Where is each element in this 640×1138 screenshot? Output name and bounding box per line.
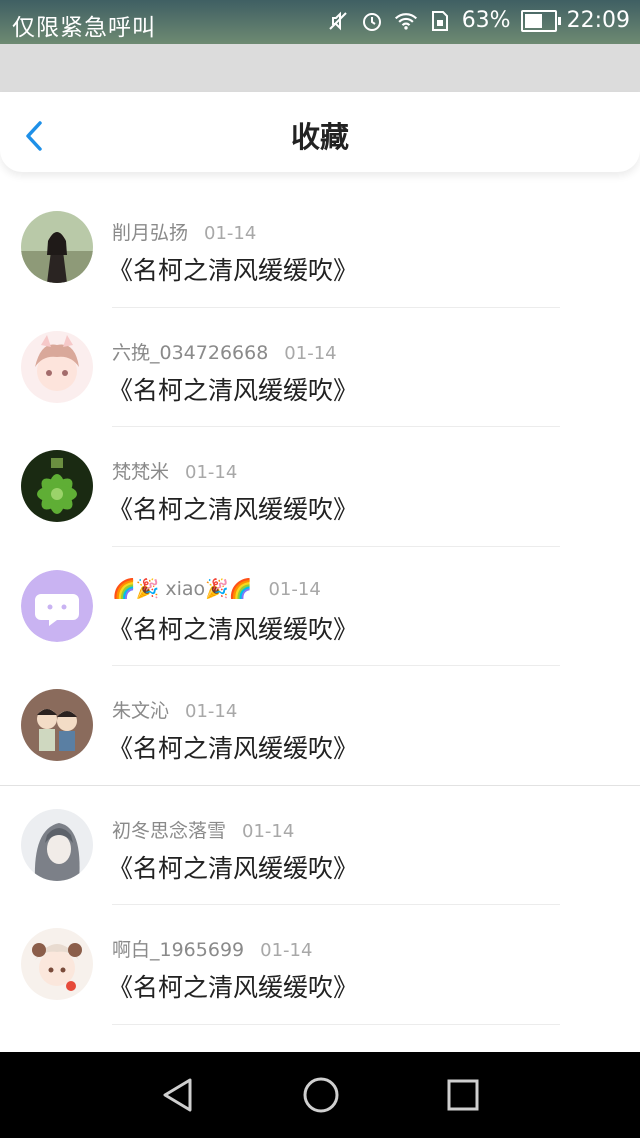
page-title: 收藏 xyxy=(290,120,349,154)
book-title[interactable]: 《名柯之清风缓缓吹》 xyxy=(108,371,358,407)
book-title[interactable]: 《名柯之清风缓缓吹》 xyxy=(108,610,358,646)
avatar[interactable] xyxy=(21,211,93,283)
item-meta: 啊白_1965699 01-14 xyxy=(112,935,312,962)
avatar[interactable] xyxy=(21,808,93,881)
mute-icon xyxy=(326,9,350,33)
date: 01-14 xyxy=(242,820,295,842)
divider xyxy=(112,1023,560,1025)
date: 01-14 xyxy=(185,462,238,483)
nav-home-button[interactable] xyxy=(302,1076,340,1118)
username[interactable]: 🌈🎉 xiao🎉🌈 xyxy=(112,578,252,600)
date: 01-14 xyxy=(260,940,313,961)
list-item[interactable]: 🌈🎉 xiao🎉🌈 01-14 《名柯之清风缓缓吹》 xyxy=(0,547,640,666)
battery-percent: 63% xyxy=(461,8,511,33)
nav-back-button[interactable] xyxy=(160,1076,196,1118)
date: 01-14 xyxy=(284,342,337,364)
avatar[interactable] xyxy=(21,330,93,403)
clock: 22:09 xyxy=(566,8,630,33)
item-meta: 初冬思念落雪 01-14 xyxy=(112,816,294,843)
nav-recents-button[interactable] xyxy=(446,1076,480,1118)
item-meta: 朱文沁 01-14 xyxy=(112,696,237,723)
list-item[interactable]: 啊白_1965699 01-14 《名柯之清风缓缓吹》 xyxy=(0,905,640,1025)
system-navigation-bar xyxy=(0,1052,640,1138)
avatar[interactable] xyxy=(21,928,93,1000)
book-title[interactable]: 《名柯之清风缓缓吹》 xyxy=(108,968,358,1004)
username[interactable]: 初冬思念落雪 xyxy=(112,820,226,842)
date: 01-14 xyxy=(185,701,238,722)
list-item[interactable]: 初冬思念落雪 01-14 《名柯之清风缓缓吹》 xyxy=(0,786,640,905)
list-item[interactable]: 梵梵米 01-14 《名柯之清风缓缓吹》 xyxy=(0,427,640,547)
sim-icon xyxy=(428,9,452,33)
status-bar: 仅限紧急呼叫 63% 22:09 xyxy=(0,0,640,44)
nav-bar: 收藏 xyxy=(0,92,640,172)
username[interactable]: 削月弘扬 xyxy=(112,222,188,244)
date: 01-14 xyxy=(268,578,321,600)
avatar[interactable] xyxy=(21,450,93,522)
book-title[interactable]: 《名柯之清风缓缓吹》 xyxy=(108,251,358,287)
date: 01-14 xyxy=(204,223,257,244)
list-item[interactable]: 朱文沁 01-14 《名柯之清风缓缓吹》 xyxy=(0,666,640,786)
book-title[interactable]: 《名柯之清风缓缓吹》 xyxy=(108,849,358,885)
avatar[interactable] xyxy=(21,569,93,642)
item-meta: 削月弘扬 01-14 xyxy=(112,218,256,245)
avatar[interactable] xyxy=(21,689,93,761)
list-item[interactable]: 削月弘扬 01-14 《名柯之清风缓缓吹》 xyxy=(0,188,640,308)
username[interactable]: 朱文沁 xyxy=(112,700,169,722)
status-icons: 63% 22:09 xyxy=(326,8,630,33)
back-triangle-icon xyxy=(163,1078,192,1112)
item-meta: 六挽_034726668 01-14 xyxy=(112,338,337,365)
home-circle-icon xyxy=(303,1077,339,1113)
list-item[interactable]: 六挽_034726668 01-14 《名柯之清风缓缓吹》 xyxy=(0,308,640,427)
username[interactable]: 梵梵米 xyxy=(112,461,169,483)
favorites-list: 削月弘扬 01-14 《名柯之清风缓缓吹》 六挽_034726668 01-14 《… xyxy=(0,188,640,1025)
alarm-icon xyxy=(360,9,384,33)
header-background xyxy=(0,44,640,92)
wifi-icon xyxy=(394,9,418,33)
item-meta: 梵梵米 01-14 xyxy=(112,457,237,484)
item-meta: 🌈🎉 xiao🎉🌈 01-14 xyxy=(112,577,321,600)
book-title[interactable]: 《名柯之清风缓缓吹》 xyxy=(108,490,358,526)
book-title[interactable]: 《名柯之清风缓缓吹》 xyxy=(108,729,358,765)
battery-icon xyxy=(520,9,561,32)
username[interactable]: 啊白_1965699 xyxy=(112,939,244,961)
username[interactable]: 六挽_034726668 xyxy=(112,342,268,364)
recents-square-icon xyxy=(447,1079,479,1111)
carrier-text: 仅限紧急呼叫 xyxy=(12,15,156,41)
